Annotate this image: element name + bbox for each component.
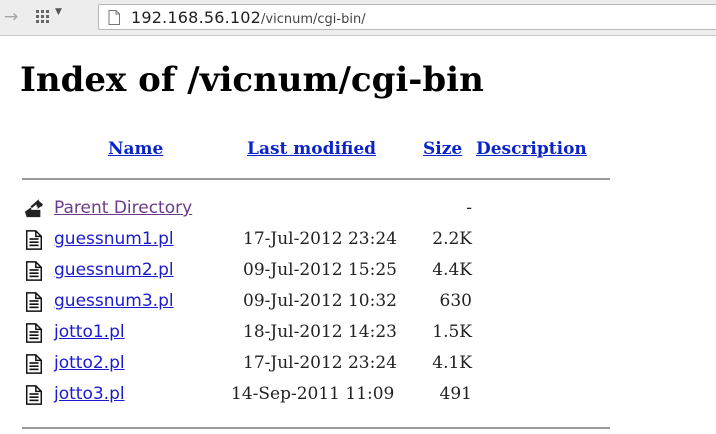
text-file-icon [26,323,42,343]
text-file-icon [26,354,42,374]
file-size: 4.4K [432,260,472,280]
url-host: 192.168.56.102 [131,8,262,27]
file-size: 630 [439,291,472,311]
file-last-modified: 14-Sep-2011 11:09 [231,384,395,404]
back-folder-icon [24,199,44,218]
page-icon [108,10,120,25]
file-link[interactable]: guessnum1.pl [54,229,174,249]
column-header-description[interactable]: Description [476,139,587,159]
parent-directory-link[interactable]: Parent Directory [54,198,192,218]
apps-grid-icon[interactable] [36,9,50,23]
column-header-last-modified[interactable]: Last modified [247,139,376,159]
file-size: 491 [439,384,472,404]
column-header-last-modified-link[interactable]: Last modified [247,139,376,159]
url-path: /vicnum/cgi-bin/ [261,12,366,27]
page-title: Index of /vicnum/cgi-bin [20,60,484,100]
text-file-icon [26,385,42,405]
column-header-description-link[interactable]: Description [476,139,587,159]
file-last-modified: 09-Jul-2012 10:32 [243,291,397,311]
column-header-size-link[interactable]: Size [423,139,462,159]
file-last-modified: 17-Jul-2012 23:24 [243,229,397,249]
text-file-icon [26,261,42,281]
header-divider [22,178,610,180]
file-size: 4.1K [432,353,472,373]
file-link[interactable]: jotto2.pl [54,353,125,373]
forward-arrow-icon[interactable]: → [4,8,22,26]
file-last-modified: 09-Jul-2012 15:25 [243,260,397,280]
text-file-icon [26,230,42,250]
column-header-name[interactable]: Name [108,139,163,159]
browser-toolbar: → ▼ 192.168.56.102/vicnum/cgi-bin/ [0,0,716,36]
column-header-name-link[interactable]: Name [108,139,163,159]
footer-divider [22,427,610,429]
file-link[interactable]: guessnum2.pl [54,260,174,280]
text-file-icon [26,292,42,312]
column-header-size[interactable]: Size [423,139,462,159]
chevron-down-icon[interactable]: ▼ [55,7,62,17]
file-size: 2.2K [432,229,472,249]
file-size: 1.5K [432,322,472,342]
parent-directory-size: - [466,198,472,218]
address-bar[interactable]: 192.168.56.102/vicnum/cgi-bin/ [98,4,716,30]
file-last-modified: 18-Jul-2012 14:23 [243,322,397,342]
url-text: 192.168.56.102/vicnum/cgi-bin/ [131,8,366,27]
file-last-modified: 17-Jul-2012 23:24 [243,353,397,373]
file-link[interactable]: guessnum3.pl [54,291,174,311]
file-link[interactable]: jotto1.pl [54,322,125,342]
file-link[interactable]: jotto3.pl [54,384,125,404]
